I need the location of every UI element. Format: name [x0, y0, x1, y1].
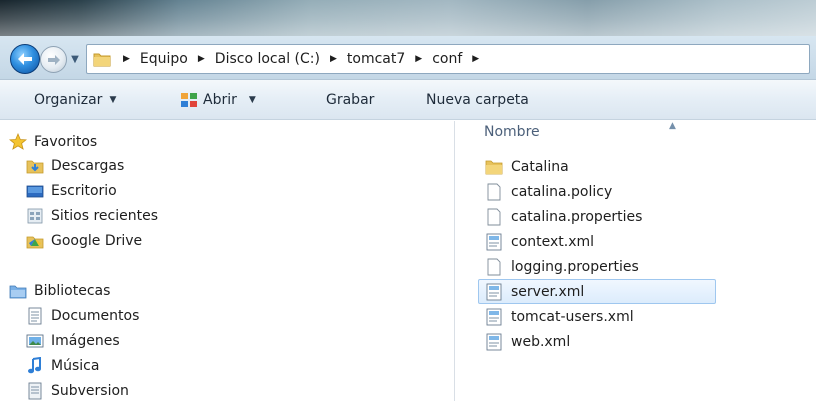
nav-item-sitios-recientes[interactable]: Sitios recientes [26, 204, 158, 228]
file-row-catalina[interactable]: Catalina [478, 154, 716, 179]
file-row-tomcat-users-xml[interactable]: tomcat-users.xml [478, 304, 716, 329]
burn-button[interactable]: Grabar [326, 80, 374, 120]
downloads-folder-icon [26, 157, 44, 175]
file-name: Catalina [511, 158, 569, 175]
xml-file-icon [485, 333, 503, 351]
nav-item-documentos[interactable]: Documentos [26, 304, 139, 328]
file-row-logging-properties[interactable]: logging.properties [478, 254, 716, 279]
nav-libraries[interactable]: Bibliotecas [9, 279, 110, 303]
nav-item-descargas[interactable]: Descargas [26, 154, 124, 178]
nav-item-label: Google Drive [51, 233, 143, 249]
breadcrumb-separator-icon[interactable]: ▶ [415, 54, 422, 64]
file-row-catalina-policy[interactable]: catalina.policy [478, 179, 716, 204]
back-button[interactable] [10, 44, 40, 74]
xml-file-icon [485, 233, 503, 251]
file-name: server.xml [511, 283, 585, 300]
recent-places-icon [26, 207, 44, 225]
breadcrumb-tomcat7[interactable]: tomcat7 [347, 51, 405, 67]
file-name: logging.properties [511, 258, 639, 275]
nav-item-escritorio[interactable]: Escritorio [26, 179, 117, 203]
arrow-left-icon [18, 53, 32, 65]
nav-item-google-drive[interactable]: Google Drive [26, 229, 142, 253]
file-row-web-xml[interactable]: web.xml [478, 329, 716, 354]
organize-label: Organizar [34, 92, 103, 108]
breadcrumb-separator-icon[interactable]: ▶ [330, 54, 337, 64]
breadcrumb-separator-icon[interactable]: ▶ [198, 54, 205, 64]
command-bar: Organizar ▼ Abrir ▼ Grabar Nueva carpeta [0, 80, 816, 120]
library-document-icon [26, 382, 44, 400]
music-note-icon [26, 357, 44, 375]
pictures-icon [26, 332, 44, 350]
nav-item-label: Subversion [51, 383, 129, 399]
nav-item-label: Sitios recientes [51, 208, 158, 224]
nav-item-label: Imágenes [51, 333, 120, 349]
file-name: catalina.properties [511, 208, 643, 225]
file-row-catalina-properties[interactable]: catalina.properties [478, 204, 716, 229]
file-list-pane: ▲ Nombre Catalina catalina.policy catali… [455, 121, 816, 401]
forward-button[interactable] [40, 46, 67, 73]
address-bar[interactable]: ▶ Equipo ▶ Disco local (C:) ▶ tomcat7 ▶ … [86, 44, 810, 74]
desktop-icon [26, 182, 44, 200]
sort-ascending-icon: ▲ [669, 121, 676, 131]
folder-icon [93, 53, 111, 67]
nav-item-musica[interactable]: Música [26, 354, 99, 378]
file-name: web.xml [511, 333, 571, 350]
google-drive-icon [26, 232, 44, 250]
nav-item-subversion[interactable]: Subversion [26, 379, 129, 401]
libraries-icon [9, 282, 27, 300]
breadcrumb-separator-icon[interactable]: ▶ [123, 54, 130, 64]
file-icon [485, 208, 503, 226]
breadcrumb-conf[interactable]: conf [432, 51, 462, 67]
open-with-icon [181, 93, 197, 107]
nav-item-label: Documentos [51, 308, 140, 324]
file-name: tomcat-users.xml [511, 308, 634, 325]
file-row-context-xml[interactable]: context.xml [478, 229, 716, 254]
open-label: Abrir [203, 92, 237, 108]
chevron-down-icon: ▼ [248, 95, 256, 105]
file-icon [485, 183, 503, 201]
star-icon [9, 133, 27, 151]
nav-item-label: Descargas [51, 158, 125, 174]
documents-icon [26, 307, 44, 325]
xml-file-icon [485, 283, 503, 301]
file-icon [485, 258, 503, 276]
nav-favorites-label: Favoritos [34, 134, 98, 150]
breadcrumb-equipo[interactable]: Equipo [140, 51, 188, 67]
nav-favorites[interactable]: Favoritos [9, 130, 97, 154]
chevron-down-icon: ▼ [109, 95, 117, 105]
new-folder-button[interactable]: Nueva carpeta [426, 80, 529, 120]
xml-file-icon [485, 308, 503, 326]
arrow-right-icon [47, 54, 60, 65]
breadcrumb-disco-local[interactable]: Disco local (C:) [215, 51, 320, 67]
column-header-name[interactable]: Nombre [484, 124, 540, 140]
burn-label: Grabar [326, 92, 375, 108]
file-name: context.xml [511, 233, 595, 250]
open-button[interactable]: Abrir ▼ [180, 80, 256, 120]
window-title-bar [0, 0, 816, 36]
breadcrumb-separator-icon[interactable]: ▶ [472, 54, 479, 64]
nav-item-label: Música [51, 358, 100, 374]
file-name: catalina.policy [511, 183, 613, 200]
organize-button[interactable]: Organizar ▼ [34, 80, 116, 120]
file-row-server-xml[interactable]: server.xml [478, 279, 716, 304]
nav-item-label: Escritorio [51, 183, 117, 199]
navigation-pane: Favoritos Descargas Escritorio Sitios re… [0, 121, 454, 401]
recent-pages-dropdown[interactable]: ▼ [68, 48, 82, 70]
folder-icon [485, 158, 503, 176]
navigation-bar: ▼ ▶ Equipo ▶ Disco local (C:) ▶ tomcat7 … [0, 36, 816, 80]
nav-item-imagenes[interactable]: Imágenes [26, 329, 120, 353]
new-folder-label: Nueva carpeta [426, 92, 529, 108]
nav-libraries-label: Bibliotecas [34, 283, 111, 299]
chevron-down-icon: ▼ [71, 53, 79, 65]
